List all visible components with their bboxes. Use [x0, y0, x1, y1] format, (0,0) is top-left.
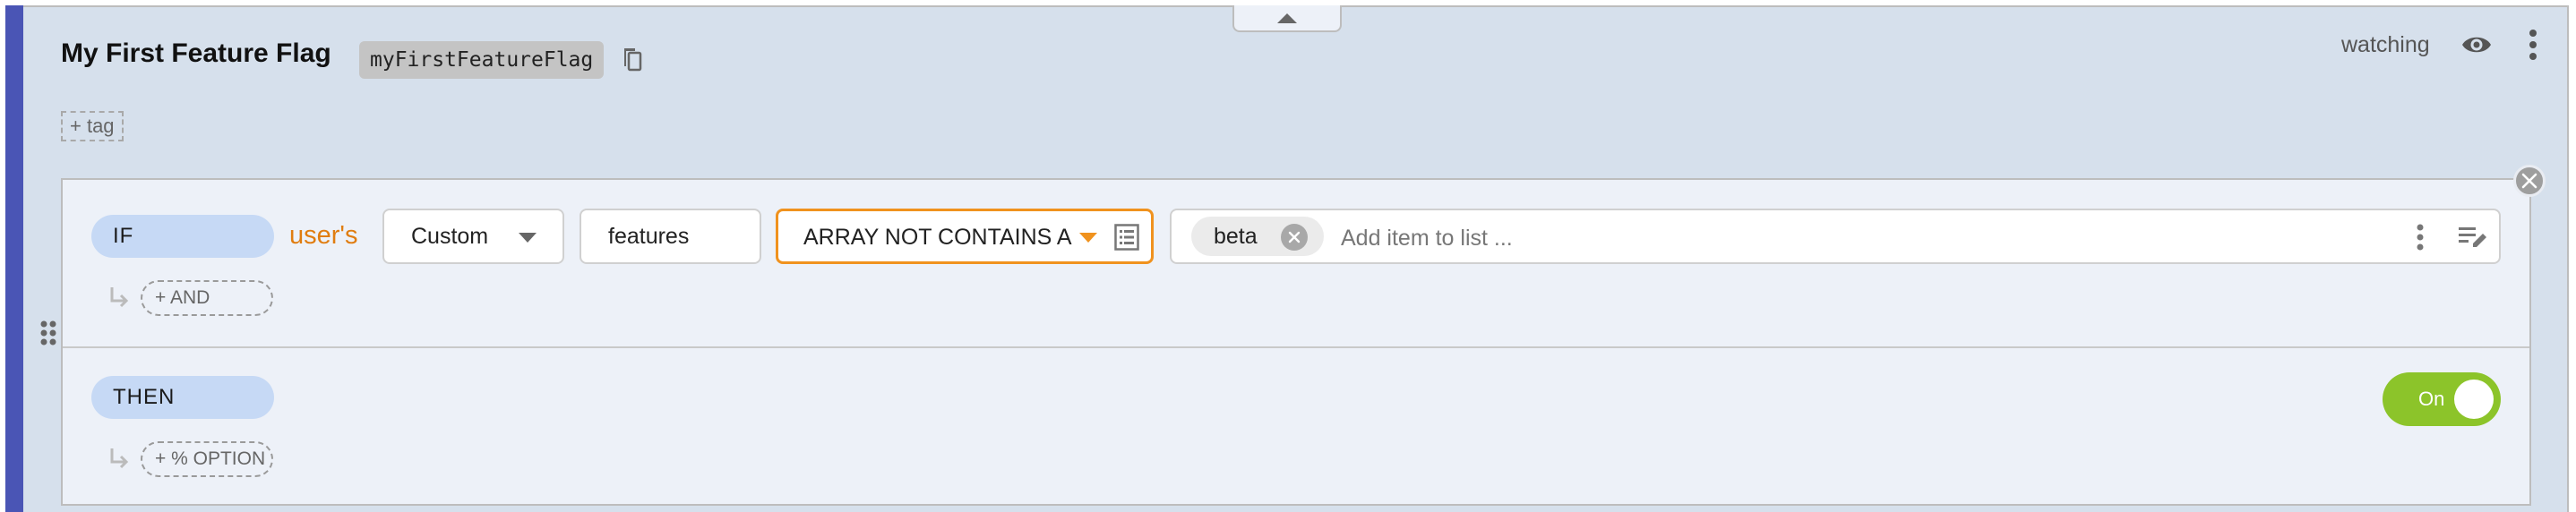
chevron-up-icon: [1277, 13, 1297, 23]
drag-handle-icon[interactable]: [39, 320, 57, 346]
sub-arrow-icon: [110, 287, 129, 308]
toggle-knob: [2454, 380, 2494, 419]
sub-arrow-icon: [110, 448, 129, 469]
delete-rule-button[interactable]: [2513, 165, 2546, 197]
add-list-item-input[interactable]: [1339, 220, 2373, 256]
flag-key: myFirstFeatureFlag: [359, 41, 605, 79]
collapse-button[interactable]: [1232, 5, 1342, 32]
attribute-type-select[interactable]: Custom: [382, 209, 564, 264]
operator-value: ARRAY NOT CONTAINS A: [803, 225, 1072, 250]
if-label: IF: [91, 215, 274, 258]
list-view-icon[interactable]: [1114, 224, 1139, 251]
close-icon: [1288, 231, 1301, 243]
copy-icon[interactable]: [622, 47, 643, 72]
toggle-label: On: [2418, 388, 2445, 410]
close-icon: [2521, 173, 2537, 189]
value-chip-label: beta: [1214, 224, 1258, 249]
operator-select[interactable]: ARRAY NOT CONTAINS A: [776, 209, 1154, 264]
edit-list-icon[interactable]: [2459, 226, 2487, 249]
flag-title: My First Feature Flag: [61, 38, 331, 68]
add-tag-button[interactable]: + tag: [61, 111, 124, 141]
serve-value-toggle[interactable]: On: [2383, 372, 2501, 426]
watch-status: watching: [2341, 32, 2430, 57]
more-options-icon[interactable]: [2524, 29, 2542, 61]
remove-value-button[interactable]: [1281, 224, 1308, 251]
add-and-condition-button[interactable]: + AND: [141, 280, 273, 316]
more-options-icon[interactable]: [2415, 223, 2426, 252]
value-chip: beta: [1191, 217, 1324, 256]
rule-divider: [63, 346, 2529, 348]
attribute-type-value: Custom: [411, 224, 489, 249]
eye-icon[interactable]: [2461, 34, 2492, 55]
add-percentage-option-button[interactable]: + % OPTION: [141, 441, 273, 477]
attribute-name-value: features: [608, 224, 690, 249]
chevron-down-icon: [519, 233, 537, 243]
attribute-name-input[interactable]: features: [580, 209, 761, 264]
chevron-down-icon: [1079, 233, 1097, 243]
subject-label: user's: [289, 221, 358, 250]
accent-bar: [5, 5, 23, 512]
then-label: THEN: [91, 376, 274, 419]
